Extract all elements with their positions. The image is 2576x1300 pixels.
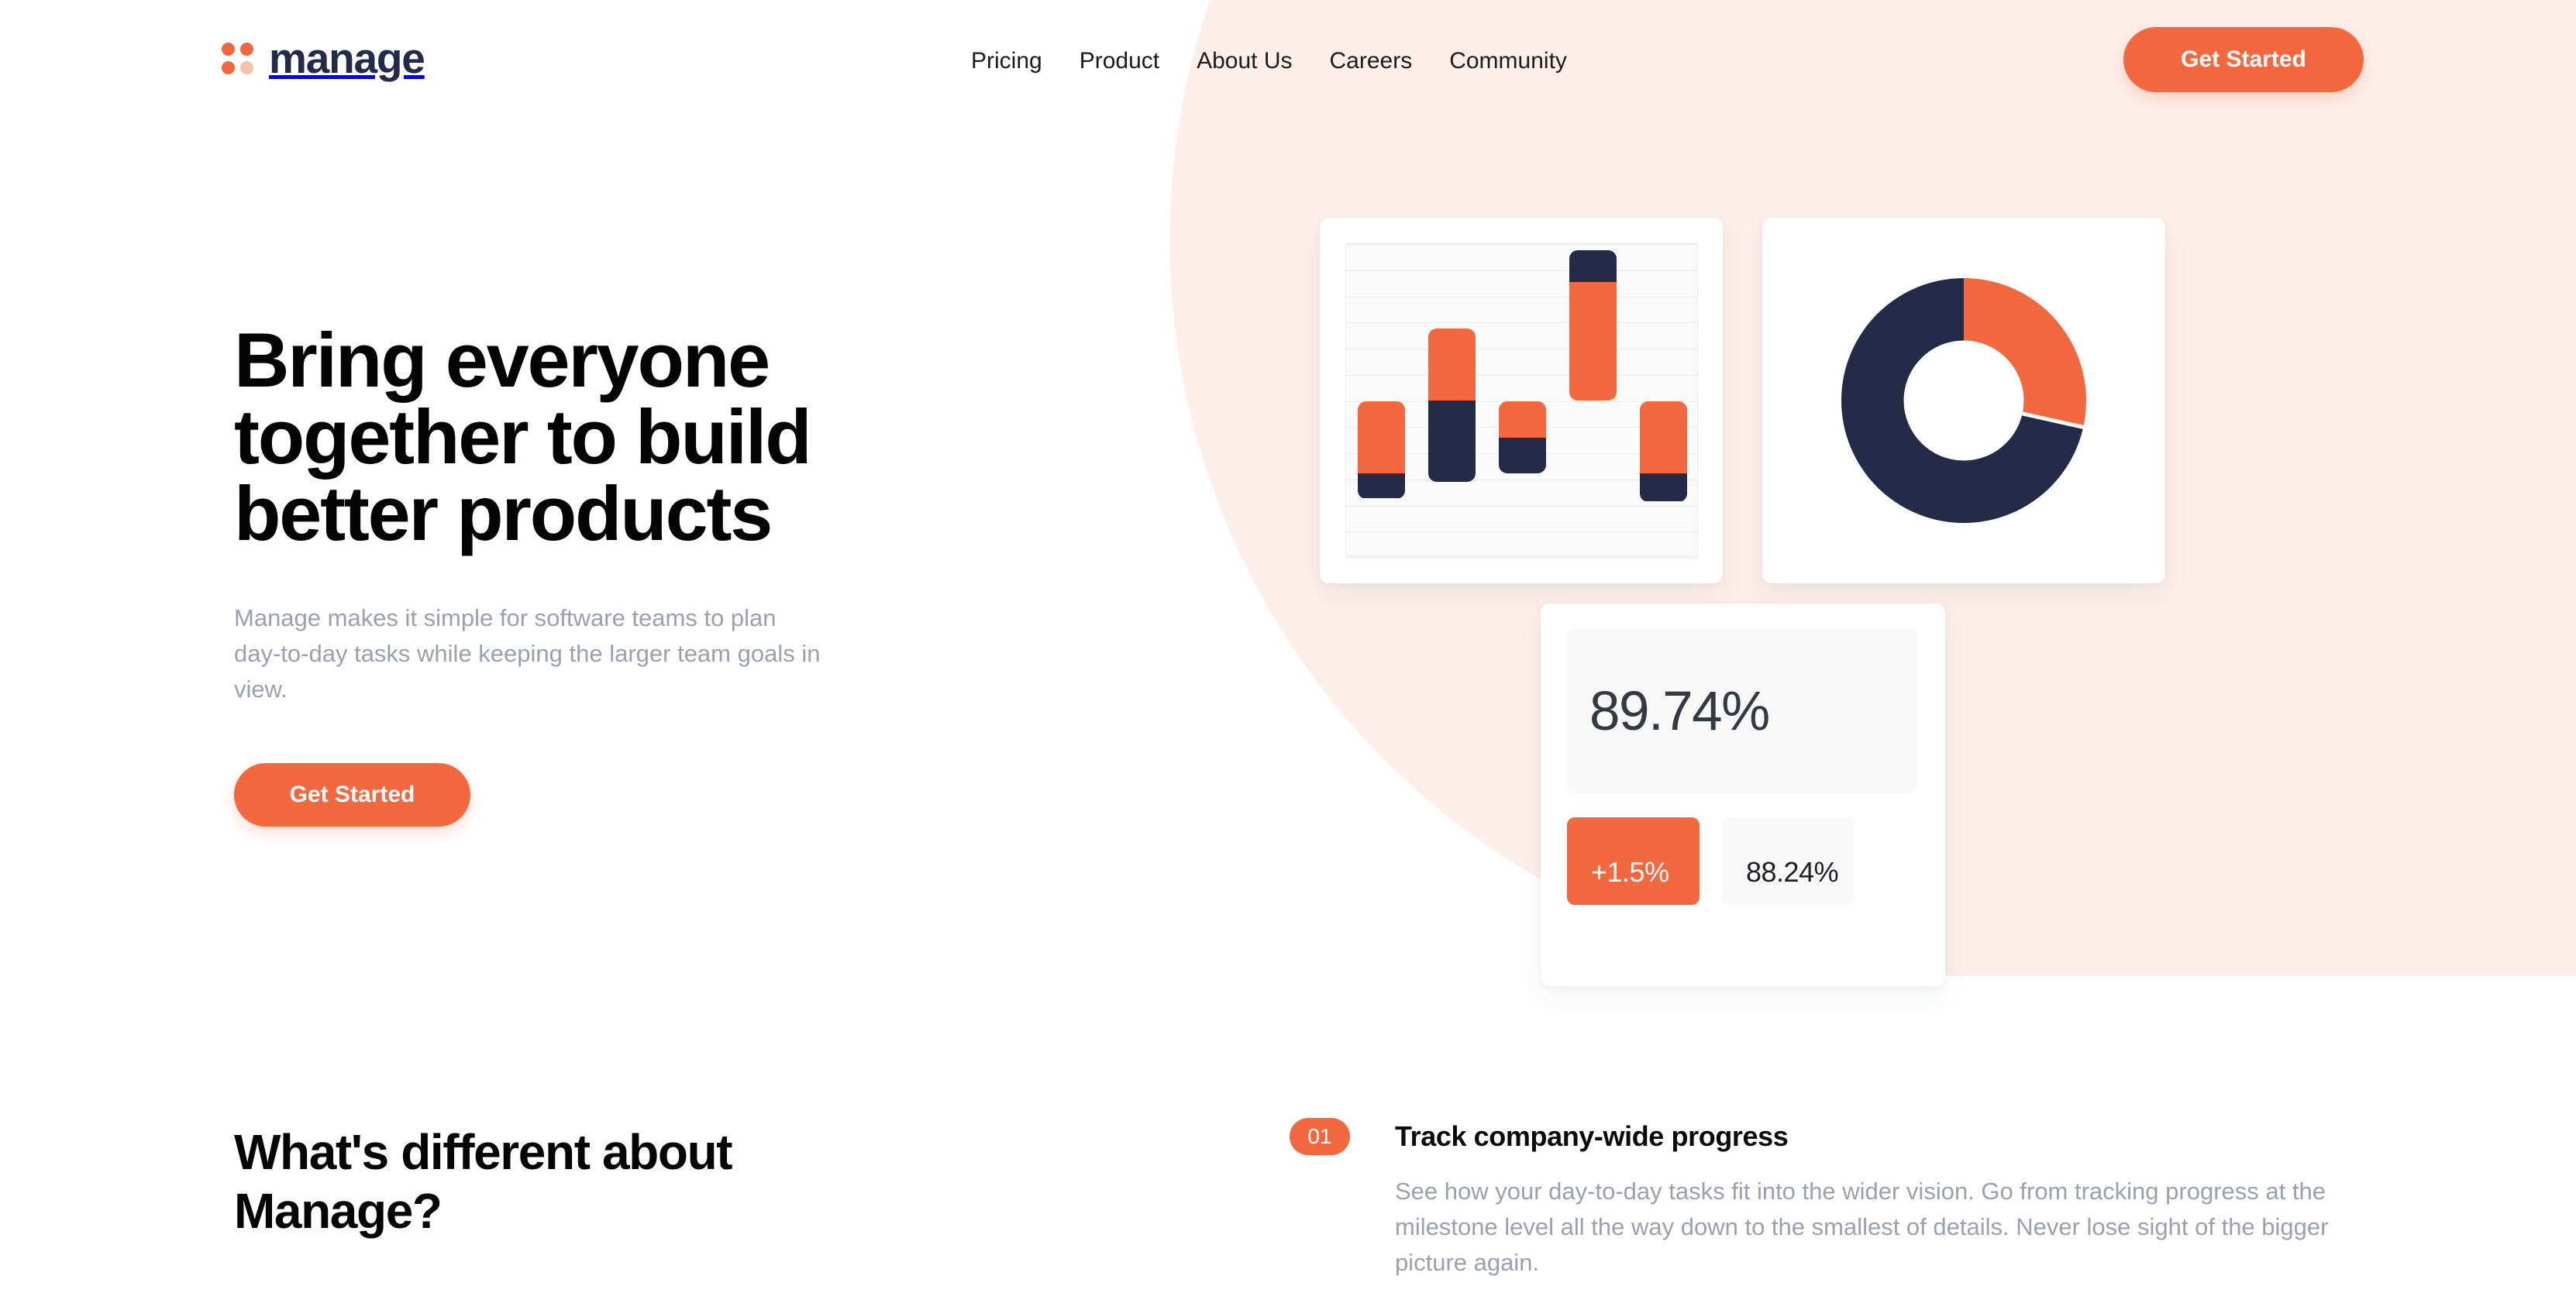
four-dot-grid-icon [222, 43, 253, 74]
chart-bar [1569, 250, 1617, 401]
landing-page: manage Pricing Product About Us Careers … [0, 0, 2576, 1300]
bar-segment-orange [1428, 328, 1476, 401]
feature-item: 01 Track company-wide progress See how y… [1290, 1118, 2375, 1281]
stats-card: 89.74% +1.5% 88.24% [1541, 604, 1945, 986]
feature-header: 01 Track company-wide progress [1290, 1118, 2375, 1155]
bar-segment-navy [1428, 401, 1476, 482]
donut-chart [1841, 278, 2086, 523]
bar-chart-card [1320, 218, 1723, 583]
chart-bar [1499, 401, 1546, 473]
stat-tile-delta-value: +1.5% [1591, 856, 1669, 888]
stat-tile-secondary-value: 88.24% [1746, 856, 1839, 888]
nav-item-pricing[interactable]: Pricing [971, 48, 1042, 74]
hero-get-started-button[interactable]: Get Started [234, 763, 470, 827]
primary-nav: Pricing Product About Us Careers Communi… [971, 48, 1567, 74]
brand-logo[interactable]: manage [222, 37, 425, 80]
feature-body: See how your day-to-day tasks fit into t… [1395, 1178, 2329, 1276]
bar-segment-navy [1640, 473, 1687, 501]
feature-number-badge: 01 [1290, 1118, 1350, 1155]
chart-bars [1346, 244, 1697, 556]
nav-item-product[interactable]: Product [1080, 48, 1159, 74]
bar-chart-plot-area [1345, 243, 1698, 559]
nav-item-about-us[interactable]: About Us [1197, 48, 1292, 74]
chart-bar [1358, 401, 1405, 499]
headline-stat-panel: 89.74% [1567, 629, 1917, 793]
feature-title: Track company-wide progress [1395, 1120, 1789, 1152]
brand-name: manage [269, 34, 425, 82]
bar-segment-navy [1358, 473, 1405, 498]
chart-bar [1640, 401, 1687, 502]
stat-tiles-row: +1.5% 88.24% [1567, 817, 1855, 905]
bar-segment-navy [1499, 437, 1546, 473]
donut-hole [1903, 340, 2024, 461]
hero-subtitle: Manage makes it simple for software team… [234, 604, 821, 703]
bar-segment-orange [1569, 281, 1617, 401]
bar-segment-orange [1499, 401, 1546, 438]
stat-tile-delta: +1.5% [1567, 817, 1700, 905]
nav-item-community[interactable]: Community [1449, 48, 1567, 74]
site-header: manage Pricing Product About Us Careers … [0, 0, 2576, 116]
bar-segment-orange [1640, 401, 1687, 473]
bar-segment-navy [1569, 250, 1617, 282]
stat-tile-secondary: 88.24% [1722, 817, 1855, 905]
hero-title: Bring everyone together to build better … [234, 317, 812, 556]
header-get-started-button[interactable]: Get Started [2123, 27, 2364, 92]
section-title: What's different about Manage? [234, 1124, 733, 1239]
bar-segment-orange [1358, 401, 1405, 473]
headline-stat-value: 89.74% [1589, 680, 1770, 742]
donut-chart-card [1762, 218, 2165, 583]
chart-bar [1428, 328, 1476, 482]
nav-item-careers[interactable]: Careers [1330, 48, 1413, 74]
